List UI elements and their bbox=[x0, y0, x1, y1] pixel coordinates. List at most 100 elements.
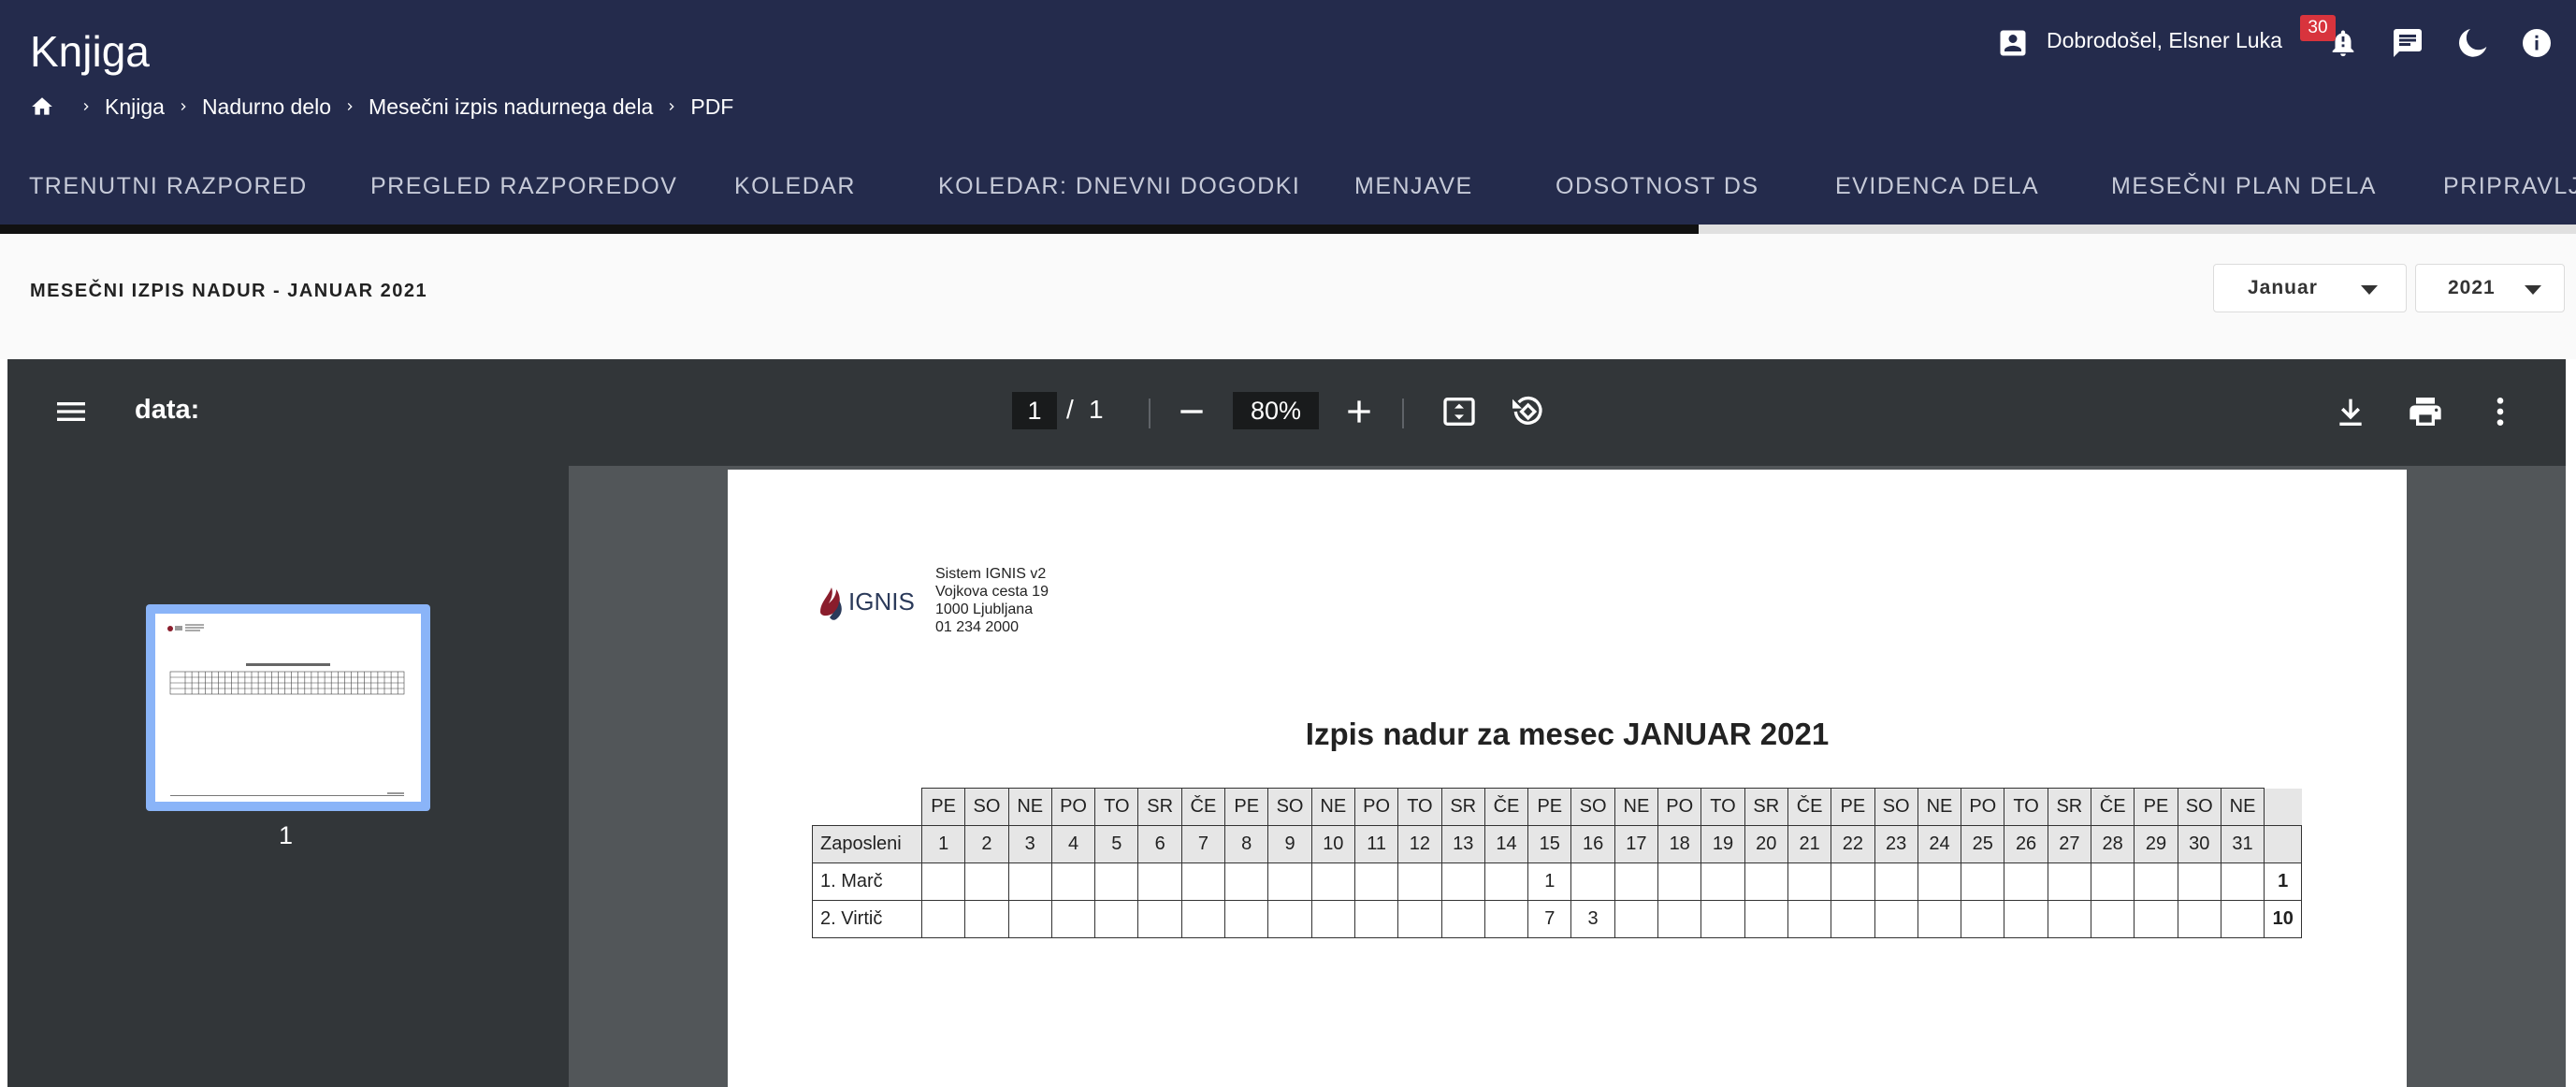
ignis-logo: IGNIS bbox=[820, 587, 915, 620]
weekday-header-cell: PO bbox=[1353, 788, 1399, 826]
year-select-value: 2021 bbox=[2448, 277, 2496, 298]
chevron-right-icon bbox=[670, 103, 675, 110]
breadcrumb-item-pdf: PDF bbox=[690, 94, 734, 119]
hours-cell bbox=[1224, 862, 1269, 901]
tab-koledar-dnevni-dogodki[interactable]: KOLEDAR: DNEVNI DOGODKI bbox=[938, 167, 1300, 226]
hours-cell: 3 bbox=[1570, 900, 1615, 938]
zoom-level-input[interactable]: 80% bbox=[1233, 392, 1319, 429]
hours-cell bbox=[1657, 900, 1702, 938]
year-select[interactable]: 2021 bbox=[2415, 264, 2565, 312]
tab-koledar[interactable]: KOLEDAR bbox=[734, 167, 856, 226]
employee-name-cell: 2. Virtič bbox=[812, 900, 922, 938]
day-number-header-cell: 16 bbox=[1570, 825, 1615, 863]
hours-cell bbox=[2091, 900, 2135, 938]
hours-cell bbox=[1180, 862, 1226, 901]
messages-icon[interactable] bbox=[2391, 26, 2424, 60]
hours-cell bbox=[1440, 900, 1485, 938]
day-number-header-cell: 17 bbox=[1614, 825, 1659, 863]
day-number-header-cell: 22 bbox=[1831, 825, 1875, 863]
download-icon[interactable] bbox=[2332, 393, 2369, 430]
pdf-page: IGNIS Sistem IGNIS v2 Vojkova cesta 19 1… bbox=[728, 470, 2407, 1087]
day-number-header-cell: 27 bbox=[2047, 825, 2092, 863]
hours-cell bbox=[964, 900, 1009, 938]
weekday-header-cell: SO bbox=[1874, 788, 1918, 826]
employee-name-cell: 1. Marč bbox=[812, 862, 922, 901]
hours-cell bbox=[1267, 900, 1312, 938]
hours-cell bbox=[1614, 862, 1659, 901]
fit-to-page-icon[interactable] bbox=[1440, 393, 1478, 430]
tab-pripravljenost[interactable]: PRIPRAVLJE bbox=[2443, 167, 2576, 226]
zoom-out-icon[interactable] bbox=[1173, 393, 1210, 430]
home-icon[interactable] bbox=[30, 94, 54, 119]
hours-cell bbox=[1007, 900, 1052, 938]
table-row: 2. Virtič 7 3 10 bbox=[812, 900, 2303, 938]
tabs-scroll-indicator[interactable] bbox=[0, 225, 1699, 234]
hours-cell bbox=[1094, 862, 1139, 901]
hours-cell: 1 bbox=[1527, 862, 1572, 901]
table-row: 1. Marč 1 1 bbox=[812, 862, 2303, 901]
pdf-toolbar: data: 1 / 1 80% bbox=[7, 359, 2566, 466]
page-total: 1 bbox=[1089, 395, 1104, 424]
dark-mode-moon-icon[interactable] bbox=[2456, 26, 2490, 60]
weekday-header-cell: PE bbox=[1224, 788, 1269, 826]
breadcrumb-item-knjiga[interactable]: Knjiga bbox=[105, 94, 165, 120]
page-thumbnail-preview bbox=[155, 614, 421, 802]
weekday-header-cell: PE bbox=[920, 788, 966, 826]
day-number-header-cell: 21 bbox=[1787, 825, 1832, 863]
weekday-header-cell: SO bbox=[964, 788, 1009, 826]
weekday-header-cell: NE bbox=[1614, 788, 1659, 826]
hours-cell bbox=[2047, 900, 2092, 938]
table-weekday-row: PE SO NE PO TO SR ČE PE SO NE PO TO SR ČE PE SO NE PO TO SR… bbox=[813, 788, 2302, 826]
app-header: Knjiga Knjiga Nadurno delo Mesečni izpis… bbox=[0, 0, 2576, 226]
day-number-header-cell: 26 bbox=[2004, 825, 2048, 863]
chevron-right-icon bbox=[181, 103, 186, 110]
pdf-viewer: data: 1 / 1 80% 1 IGNIS Sistem IGNIS v2 … bbox=[7, 359, 2566, 1087]
hours-cell bbox=[1831, 862, 1875, 901]
company-line: Sistem IGNIS v2 bbox=[935, 566, 1047, 582]
info-icon[interactable] bbox=[2520, 26, 2554, 60]
document-title: Izpis nadur za mesec JANUAR 2021 bbox=[1305, 717, 1830, 751]
weekday-header-cell: ČE bbox=[1787, 788, 1832, 826]
hours-cell bbox=[1787, 900, 1832, 938]
page-thumbnail[interactable] bbox=[146, 604, 430, 811]
breadcrumb-item-mesecni-izpis[interactable]: Mesečni izpis nadurnega dela bbox=[369, 94, 653, 120]
hours-cell bbox=[2091, 862, 2135, 901]
company-line: Vojkova cesta 19 bbox=[935, 584, 1049, 600]
rotate-icon[interactable] bbox=[1508, 393, 1545, 430]
tab-mesecni-plan-dela[interactable]: MESEČNI PLAN DELA bbox=[2111, 167, 2377, 226]
hours-cell bbox=[1440, 862, 1485, 901]
day-number-header-cell: 2 bbox=[964, 825, 1009, 863]
tab-evidenca-dela[interactable]: EVIDENCA DELA bbox=[1835, 167, 2039, 226]
hours-cell bbox=[1917, 862, 1962, 901]
breadcrumb-item-nadurno-delo[interactable]: Nadurno delo bbox=[202, 94, 331, 120]
print-icon[interactable] bbox=[2407, 393, 2444, 430]
tab-menjave[interactable]: MENJAVE bbox=[1354, 167, 1473, 226]
month-select[interactable]: Januar bbox=[2213, 264, 2407, 312]
hours-cell bbox=[2177, 862, 2221, 901]
day-number-header-cell: 1 bbox=[920, 825, 966, 863]
hours-cell bbox=[1137, 862, 1182, 901]
page-number-input[interactable]: 1 bbox=[1012, 392, 1057, 429]
hours-cell bbox=[2134, 862, 2178, 901]
logo-text: IGNIS bbox=[848, 587, 915, 616]
hours-cell bbox=[1614, 900, 1659, 938]
weekday-header-cell: ČE bbox=[1180, 788, 1226, 826]
user-account-icon[interactable] bbox=[1996, 26, 2030, 60]
hours-cell bbox=[1397, 862, 1442, 901]
weekday-header-cell: NE bbox=[1310, 788, 1355, 826]
thumbnail-drawing bbox=[167, 624, 405, 796]
day-number-header-cell: 6 bbox=[1137, 825, 1182, 863]
zoom-in-icon[interactable] bbox=[1340, 393, 1378, 430]
tab-odsotnost-ds[interactable]: ODSOTNOST DS bbox=[1556, 167, 1759, 226]
hours-cell bbox=[2220, 862, 2265, 901]
tab-trenutni-razpored[interactable]: TRENUTNI RAZPORED bbox=[29, 167, 308, 226]
hours-cell bbox=[1787, 862, 1832, 901]
menu-icon[interactable] bbox=[52, 393, 90, 430]
hours-cell bbox=[1007, 862, 1052, 901]
weekday-header-cell: NE bbox=[1007, 788, 1052, 826]
day-number-header-cell: 25 bbox=[1961, 825, 2005, 863]
tab-pregled-razporedov[interactable]: PREGLED RAZPOREDOV bbox=[370, 167, 677, 226]
day-number-header-cell: 5 bbox=[1094, 825, 1139, 863]
more-options-icon[interactable] bbox=[2482, 393, 2519, 430]
hours-cell bbox=[2004, 862, 2048, 901]
